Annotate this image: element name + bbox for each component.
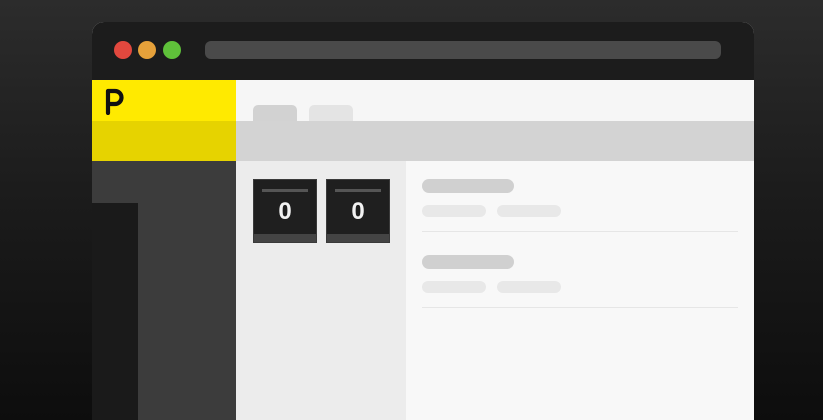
counter-top-strip (262, 189, 308, 192)
sidebar (92, 161, 236, 420)
tab-bar (236, 80, 754, 121)
p-logo-icon[interactable] (104, 87, 126, 115)
close-window-button[interactable] (114, 41, 132, 59)
divider (422, 231, 738, 232)
sidebar-rail[interactable] (92, 203, 138, 420)
list-item-title (422, 255, 514, 269)
counter-card[interactable]: 0 (326, 179, 390, 243)
list-item-chip (422, 281, 486, 293)
address-bar[interactable] (205, 41, 721, 59)
counter-bottom-strip (254, 234, 316, 242)
counter-value: 0 (351, 198, 365, 225)
tab-first[interactable] (253, 105, 297, 121)
brand-header (92, 80, 236, 121)
list-item[interactable] (422, 255, 738, 325)
counter-value: 0 (278, 198, 292, 225)
toolbar (236, 121, 754, 161)
counter-panel: 0 0 (236, 161, 406, 420)
list-item-title (422, 179, 514, 193)
brand-subheader (92, 121, 236, 161)
list-item[interactable] (422, 179, 738, 249)
list-item-chip (497, 281, 561, 293)
counter-bottom-strip (327, 234, 389, 242)
counter-card[interactable]: 0 (253, 179, 317, 243)
maximize-window-button[interactable] (163, 41, 181, 59)
divider (422, 307, 738, 308)
title-bar (92, 22, 754, 80)
counter-top-strip (335, 189, 381, 192)
tab-second[interactable] (309, 105, 353, 121)
list-item-chip (497, 205, 561, 217)
browser-window: 0 0 (92, 22, 754, 420)
content-list (406, 161, 754, 420)
minimize-window-button[interactable] (138, 41, 156, 59)
list-item-chip (422, 205, 486, 217)
